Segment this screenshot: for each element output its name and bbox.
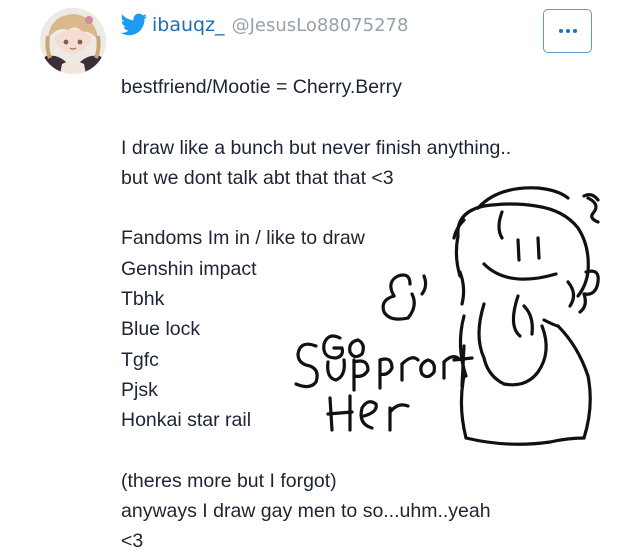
user-header: ibauqz_ @JesusLo88075278 <box>120 10 408 40</box>
bio-line: (theres more but I forgot) <box>121 469 337 492</box>
bio-line: I draw like a bunch but never finish any… <box>121 136 512 159</box>
bio-line: anyways I draw gay men to so...uhm..yeah <box>121 500 491 523</box>
bio-line <box>121 102 601 132</box>
profile-card: ibauqz_ @JesusLo88075278 bestfriend/Moot… <box>0 0 632 559</box>
more-options-button[interactable] <box>543 9 592 53</box>
bio-line: bestfriend/Mootie = Cherry.Berry <box>121 76 402 98</box>
bio-line: <3 <box>121 530 144 553</box>
more-horizontal-icon <box>558 29 577 33</box>
user-handle[interactable]: @JesusLo88075278 <box>232 15 409 36</box>
avatar-image <box>40 8 106 74</box>
display-name[interactable]: ibauqz_ <box>152 14 225 36</box>
doodle-drawing <box>288 176 620 468</box>
twitter-bird-icon <box>120 13 148 37</box>
avatar[interactable] <box>40 8 106 74</box>
